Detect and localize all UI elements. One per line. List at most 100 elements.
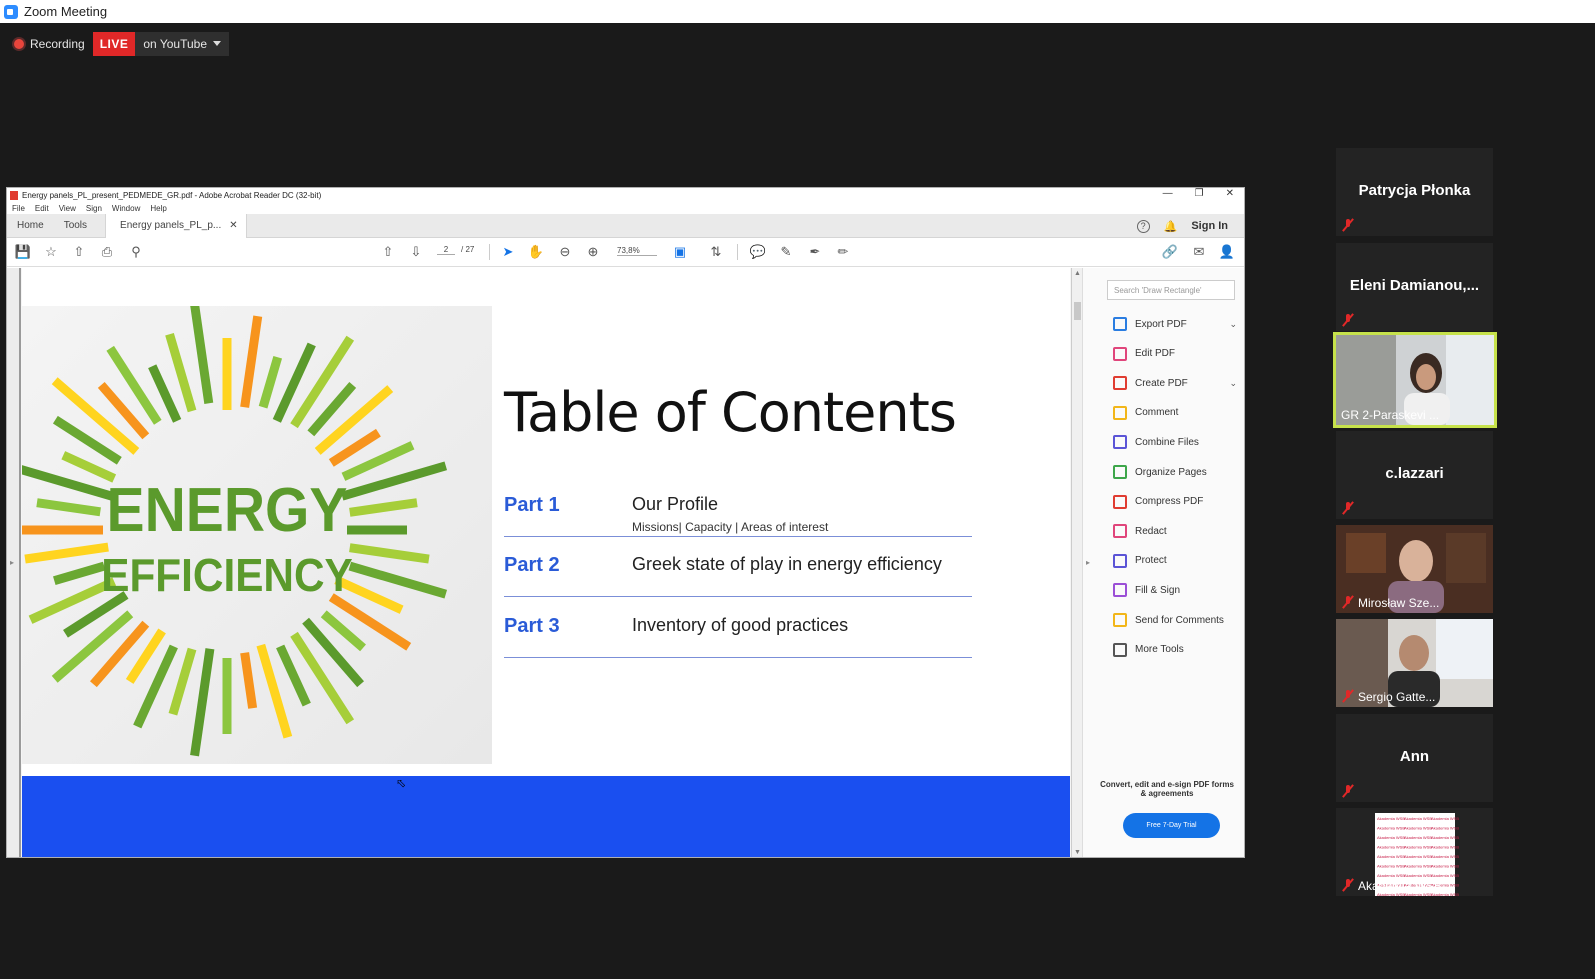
chevron-down-icon[interactable]: ⌄ bbox=[1229, 319, 1237, 330]
page-up-icon[interactable]: ⇧ bbox=[380, 244, 396, 260]
tool-combine-files[interactable]: Combine Files bbox=[1113, 435, 1233, 450]
menu-sign[interactable]: Sign bbox=[86, 204, 102, 213]
participant-video-tile-active-speaker[interactable]: GR 2-Paraskevi ... bbox=[1333, 332, 1497, 428]
share-user-icon[interactable]: 👤 bbox=[1219, 244, 1235, 260]
live-stream-dropdown[interactable]: on YouTube bbox=[135, 31, 229, 56]
scroll-up-icon[interactable]: ▲ bbox=[1074, 270, 1081, 277]
close-icon[interactable]: ✕ bbox=[1226, 188, 1234, 199]
free-trial-button[interactable]: Free 7-Day Trial bbox=[1123, 813, 1220, 838]
tool-icon bbox=[1113, 613, 1127, 627]
tab-document-label: Energy panels_PL_p... bbox=[120, 220, 222, 231]
tool-export-pdf[interactable]: Export PDF ⌄ bbox=[1113, 317, 1237, 331]
edit-tools-icon[interactable]: ✏ bbox=[835, 244, 851, 260]
minimize-icon[interactable]: — bbox=[1163, 188, 1173, 199]
tool-compress-pdf[interactable]: Compress PDF bbox=[1113, 494, 1233, 509]
participant-video-tile[interactable]: Sergio Gatte... bbox=[1336, 619, 1493, 707]
page-down-icon[interactable]: ⇩ bbox=[408, 244, 424, 260]
menu-view[interactable]: View bbox=[59, 204, 76, 213]
acrobat-toolbar: 💾 ☆ ⇧ ⎙ ⚲ ⇧ ⇩ 2 / 27 ➤ ✋ ⊖ ⊕ 73,8% ▣ ⇅ 💬… bbox=[7, 238, 1244, 267]
page-number-input[interactable]: 2 bbox=[437, 245, 455, 255]
muted-mic-icon bbox=[1342, 784, 1354, 798]
participant-tile[interactable]: Patrycja Płonka bbox=[1336, 148, 1493, 236]
tool-icon bbox=[1113, 405, 1127, 420]
wsb-logo-text: Akademia WSB bbox=[1377, 873, 1405, 878]
zoom-search-icon[interactable]: ⚲ bbox=[128, 244, 144, 260]
save-icon[interactable]: 💾 bbox=[15, 244, 31, 260]
energy-efficiency-logo: ENERGY EFFICIENCY bbox=[22, 306, 492, 764]
tool-send-for-comments[interactable]: Send for Comments bbox=[1113, 613, 1233, 627]
hand-icon[interactable]: ✋ bbox=[528, 244, 544, 260]
page-total: / 27 bbox=[461, 245, 475, 254]
print-icon[interactable]: ⎙ bbox=[99, 244, 115, 260]
tool-fill-sign[interactable]: Fill & Sign bbox=[1113, 583, 1233, 598]
tool-create-pdf[interactable]: Create PDF ⌄ bbox=[1113, 376, 1237, 391]
muted-mic-icon bbox=[1342, 878, 1354, 892]
menu-window[interactable]: Window bbox=[112, 204, 140, 213]
zoom-out-icon[interactable]: ⊖ bbox=[557, 244, 573, 260]
mail-icon[interactable]: ✉ bbox=[1191, 244, 1207, 260]
menu-help[interactable]: Help bbox=[150, 204, 166, 213]
sun-ray bbox=[349, 543, 430, 564]
part-1-subtitle: Missions| Capacity | Areas of interest bbox=[632, 520, 829, 534]
tab-close-icon[interactable]: ✕ bbox=[229, 220, 237, 231]
sun-ray bbox=[290, 631, 355, 725]
muted-mic-icon bbox=[1342, 501, 1354, 515]
mouse-cursor-icon: ⬁ bbox=[396, 776, 407, 790]
collapse-pane-icon[interactable]: ▸ bbox=[1086, 558, 1090, 567]
sun-ray bbox=[190, 306, 214, 404]
slide-title: Table of Contents bbox=[504, 381, 957, 444]
tool-redact[interactable]: Redact bbox=[1113, 524, 1233, 539]
select-cursor-icon[interactable]: ➤ bbox=[500, 244, 516, 260]
participant-video-tile[interactable]: Akademia WSB Akademia WSB Akademia WSB Akad… bbox=[1336, 808, 1493, 896]
zoom-level-field[interactable]: 73,8% bbox=[617, 246, 657, 256]
participant-video-tile[interactable]: Mirosław Sze... bbox=[1336, 525, 1493, 613]
sun-ray bbox=[168, 647, 197, 716]
upload-icon[interactable]: ⇧ bbox=[71, 244, 87, 260]
tools-search-input[interactable]: Search 'Draw Rectangle' bbox=[1107, 280, 1235, 300]
slide-footer-band bbox=[22, 776, 1070, 857]
comment-icon[interactable]: 💬 bbox=[750, 244, 766, 260]
tab-document[interactable]: Energy panels_PL_p... ✕ bbox=[105, 213, 247, 238]
highlight-pen-icon[interactable]: ✎ bbox=[778, 244, 794, 260]
tool-icon bbox=[1113, 583, 1127, 598]
participant-tile[interactable]: Eleni Damianou,... bbox=[1336, 243, 1493, 331]
chevron-down-icon[interactable]: ⌄ bbox=[1229, 378, 1237, 389]
star-icon[interactable]: ☆ bbox=[43, 244, 59, 260]
wsb-logo-text: Akademia WSB bbox=[1431, 864, 1459, 869]
tool-protect[interactable]: Protect bbox=[1113, 553, 1233, 568]
tool-label: Redact bbox=[1135, 525, 1167, 537]
menu-edit[interactable]: Edit bbox=[35, 204, 49, 213]
help-icon[interactable]: ? bbox=[1136, 219, 1150, 233]
restore-icon[interactable]: ❐ bbox=[1195, 188, 1204, 199]
expand-left-icon[interactable]: ▸ bbox=[10, 558, 14, 567]
left-panel-strip[interactable]: ▸ bbox=[7, 268, 21, 857]
wsb-logo-text: Akademia WSB bbox=[1431, 816, 1459, 821]
acrobat-menubar: File Edit View Sign Window Help bbox=[7, 202, 1244, 214]
acrobat-titlebar: Energy panels_PL_present_PEDMEDE_GR.pdf … bbox=[7, 188, 1244, 202]
link-icon[interactable]: 🔗 bbox=[1162, 244, 1178, 260]
bell-icon[interactable]: 🔔 bbox=[1164, 220, 1178, 233]
tool-more-tools[interactable]: More Tools bbox=[1113, 642, 1233, 657]
sun-ray bbox=[165, 332, 197, 413]
participant-tile[interactable]: c.lazzari bbox=[1336, 431, 1493, 519]
tool-comment[interactable]: Comment bbox=[1113, 405, 1233, 420]
sign-in-button[interactable]: Sign In bbox=[1191, 220, 1228, 232]
scroll-mode-icon[interactable]: ⇅ bbox=[708, 244, 724, 260]
participant-tile[interactable]: Ann bbox=[1336, 714, 1493, 802]
sun-ray bbox=[240, 315, 263, 408]
tool-organize-pages[interactable]: Organize Pages bbox=[1113, 465, 1233, 479]
tool-icon bbox=[1113, 524, 1127, 539]
sun-ray bbox=[53, 561, 106, 586]
scroll-down-icon[interactable]: ▼ bbox=[1074, 849, 1081, 856]
menu-file[interactable]: File bbox=[12, 204, 25, 213]
tab-tools[interactable]: Tools bbox=[54, 220, 97, 231]
zoom-in-icon[interactable]: ⊕ bbox=[585, 244, 601, 260]
fit-page-icon[interactable]: ▣ bbox=[672, 244, 688, 260]
tool-edit-pdf[interactable]: Edit PDF bbox=[1113, 346, 1233, 361]
vertical-scrollbar[interactable]: ▲ ▼ bbox=[1071, 268, 1082, 857]
tab-home[interactable]: Home bbox=[7, 220, 54, 231]
wsb-logo-text: Akademia WSB bbox=[1404, 873, 1432, 878]
scrollbar-thumb[interactable] bbox=[1074, 302, 1081, 320]
sign-icon[interactable]: ✒ bbox=[807, 244, 823, 260]
document-area: ▸ ENERGY EFFICIENCY Table of Contents Pa… bbox=[7, 268, 1082, 857]
